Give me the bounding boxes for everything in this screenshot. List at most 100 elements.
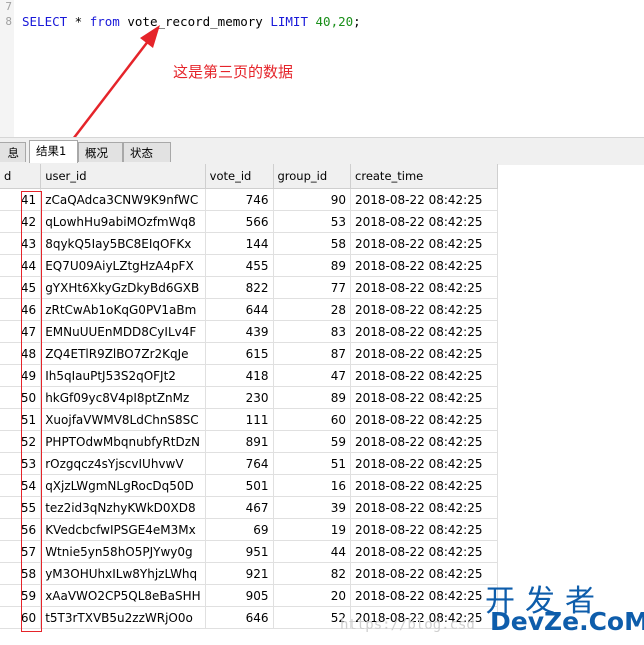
- cell-id[interactable]: 46: [0, 298, 42, 321]
- tab-info[interactable]: 息: [0, 142, 26, 162]
- table-row[interactable]: 44 EQ7U09AiyLZtgHzA4pFX 455 89 2018-08-22 08…: [0, 254, 498, 277]
- cell-vote-id[interactable]: 615: [205, 342, 274, 365]
- cell-user-id[interactable]: t5T3rTXVB5u2zzWRjO0o: [40, 606, 206, 629]
- cell-create-time[interactable]: 2018-08-22 08:42:25: [350, 496, 498, 519]
- cell-group-id[interactable]: 77: [273, 276, 352, 299]
- cell-create-time[interactable]: 2018-08-22 08:42:25: [350, 518, 498, 541]
- tab-result-1[interactable]: 结果1: [29, 140, 78, 163]
- cell-group-id[interactable]: 90: [273, 188, 352, 211]
- table-row[interactable]: 54 qXjzLWgmNLgRocDq50D 501 16 2018-08-22 08:…: [0, 474, 498, 497]
- cell-group-id[interactable]: 16: [273, 474, 352, 497]
- cell-create-time[interactable]: 2018-08-22 08:42:25: [350, 276, 498, 299]
- cell-id[interactable]: 57: [0, 540, 42, 563]
- cell-id[interactable]: 41: [0, 188, 42, 211]
- cell-create-time[interactable]: 2018-08-22 08:42:25: [350, 254, 498, 277]
- cell-vote-id[interactable]: 439: [205, 320, 274, 343]
- tab-status[interactable]: 状态: [123, 142, 171, 162]
- cell-vote-id[interactable]: 921: [205, 562, 274, 585]
- cell-create-time[interactable]: 2018-08-22 08:42:25: [350, 562, 498, 585]
- cell-id[interactable]: 55: [0, 496, 42, 519]
- cell-vote-id[interactable]: 951: [205, 540, 274, 563]
- cell-vote-id[interactable]: 111: [205, 408, 274, 431]
- cell-user-id[interactable]: XuojfaVWMV8LdChnS8SC: [40, 408, 206, 431]
- cell-group-id[interactable]: 82: [273, 562, 352, 585]
- cell-group-id[interactable]: 60: [273, 408, 352, 431]
- cell-user-id[interactable]: zRtCwAb1oKqG0PV1aBm: [40, 298, 206, 321]
- cell-group-id[interactable]: 28: [273, 298, 352, 321]
- cell-create-time[interactable]: 2018-08-22 08:42:25: [350, 386, 498, 409]
- cell-id[interactable]: 58: [0, 562, 42, 585]
- table-row[interactable]: 49 Ih5qIauPtJ53S2qOFJt2 418 47 2018-08-22 08…: [0, 364, 498, 387]
- cell-group-id[interactable]: 58: [273, 232, 352, 255]
- cell-group-id[interactable]: 87: [273, 342, 352, 365]
- cell-id[interactable]: 44: [0, 254, 42, 277]
- cell-user-id[interactable]: tez2id3qNzhyKWkD0XD8: [40, 496, 206, 519]
- cell-id[interactable]: 50: [0, 386, 42, 409]
- cell-vote-id[interactable]: 418: [205, 364, 274, 387]
- cell-user-id[interactable]: yM3OHUhxILw8YhjzLWhq: [40, 562, 206, 585]
- cell-user-id[interactable]: gYXHt6XkyGzDkyBd6GXB: [40, 276, 206, 299]
- cell-user-id[interactable]: Ih5qIauPtJ53S2qOFJt2: [40, 364, 206, 387]
- cell-user-id[interactable]: KVedcbcfwIPSGE4eM3Mx: [40, 518, 206, 541]
- table-row[interactable]: 59 xAaVWO2CP5QL8eBaSHH 905 20 2018-08-22 08:…: [0, 584, 498, 607]
- table-row[interactable]: 41 zCaQAdca3CNW9K9nfWC 746 90 2018-08-22 08:…: [0, 188, 498, 211]
- tab-overview[interactable]: 概况: [78, 142, 123, 162]
- table-row[interactable]: 43 8qykQ5Iay5BC8EIqOFKx 144 58 2018-08-22 08…: [0, 232, 498, 255]
- cell-create-time[interactable]: 2018-08-22 08:42:25: [350, 540, 498, 563]
- cell-create-time[interactable]: 2018-08-22 08:42:25: [350, 364, 498, 387]
- cell-user-id[interactable]: qLowhHu9abiMOzfmWq8: [40, 210, 206, 233]
- cell-vote-id[interactable]: 822: [205, 276, 274, 299]
- sql-editor[interactable]: 7 8 SELECT * from vote_record_memory LIM…: [0, 0, 644, 187]
- cell-create-time[interactable]: 2018-08-22 08:42:25: [350, 210, 498, 233]
- cell-group-id[interactable]: 19: [273, 518, 352, 541]
- cell-vote-id[interactable]: 746: [205, 188, 274, 211]
- cell-user-id[interactable]: xAaVWO2CP5QL8eBaSHH: [40, 584, 206, 607]
- cell-create-time[interactable]: 2018-08-22 08:42:25: [350, 320, 498, 343]
- cell-group-id[interactable]: 89: [273, 254, 352, 277]
- cell-id[interactable]: 48: [0, 342, 42, 365]
- cell-vote-id[interactable]: 905: [205, 584, 274, 607]
- table-row[interactable]: 48 ZQ4ETlR9ZlBO7Zr2KqJe 615 87 2018-08-22 08…: [0, 342, 498, 365]
- cell-group-id[interactable]: 51: [273, 452, 352, 475]
- cell-vote-id[interactable]: 455: [205, 254, 274, 277]
- cell-id[interactable]: 51: [0, 408, 42, 431]
- table-row[interactable]: 47 EMNuUUEnMDD8CyILv4F 439 83 2018-08-22 08:…: [0, 320, 498, 343]
- result-grid[interactable]: d user_id vote_id group_id create_time 4…: [0, 164, 498, 645]
- cell-id[interactable]: 54: [0, 474, 42, 497]
- cell-create-time[interactable]: 2018-08-22 08:42:25: [350, 474, 498, 497]
- table-row[interactable]: 57 Wtnie5yn58hO5PJYwy0g 951 44 2018-08-22 08…: [0, 540, 498, 563]
- cell-vote-id[interactable]: 230: [205, 386, 274, 409]
- cell-user-id[interactable]: EQ7U09AiyLZtgHzA4pFX: [40, 254, 206, 277]
- cell-id[interactable]: 53: [0, 452, 42, 475]
- table-row[interactable]: 46 zRtCwAb1oKqG0PV1aBm 644 28 2018-08-22 08:…: [0, 298, 498, 321]
- cell-id[interactable]: 43: [0, 232, 42, 255]
- cell-group-id[interactable]: 52: [273, 606, 352, 629]
- cell-user-id[interactable]: qXjzLWgmNLgRocDq50D: [40, 474, 206, 497]
- table-row[interactable]: 52 PHPTOdwMbqnubfyRtDzN 891 59 2018-08-22 08…: [0, 430, 498, 453]
- table-row[interactable]: 51 XuojfaVWMV8LdChnS8SC 111 60 2018-08-22 08…: [0, 408, 498, 431]
- column-header-group-id[interactable]: group_id: [273, 164, 352, 189]
- cell-vote-id[interactable]: 144: [205, 232, 274, 255]
- cell-id[interactable]: 49: [0, 364, 42, 387]
- cell-user-id[interactable]: hkGf09yc8V4pI8ptZnMz: [40, 386, 206, 409]
- cell-vote-id[interactable]: 501: [205, 474, 274, 497]
- cell-group-id[interactable]: 39: [273, 496, 352, 519]
- cell-create-time[interactable]: 2018-08-22 08:42:25: [350, 584, 498, 607]
- cell-create-time[interactable]: 2018-08-22 08:42:25: [350, 188, 498, 211]
- cell-vote-id[interactable]: 764: [205, 452, 274, 475]
- table-row[interactable]: 42 qLowhHu9abiMOzfmWq8 566 53 2018-08-22 08:…: [0, 210, 498, 233]
- table-row[interactable]: 56 KVedcbcfwIPSGE4eM3Mx 69 19 2018-08-22 08:…: [0, 518, 498, 541]
- cell-create-time[interactable]: 2018-08-22 08:42:25: [350, 342, 498, 365]
- cell-vote-id[interactable]: 467: [205, 496, 274, 519]
- cell-user-id[interactable]: ZQ4ETlR9ZlBO7Zr2KqJe: [40, 342, 206, 365]
- column-header-create-time[interactable]: create_time: [350, 164, 498, 189]
- cell-create-time[interactable]: 2018-08-22 08:42:25: [350, 408, 498, 431]
- cell-user-id[interactable]: zCaQAdca3CNW9K9nfWC: [40, 188, 206, 211]
- column-header-vote-id[interactable]: vote_id: [205, 164, 274, 189]
- cell-id[interactable]: 56: [0, 518, 42, 541]
- cell-user-id[interactable]: PHPTOdwMbqnubfyRtDzN: [40, 430, 206, 453]
- cell-user-id[interactable]: rOzgqcz4sYjscvIUhvwV: [40, 452, 206, 475]
- cell-create-time[interactable]: 2018-08-22 08:42:25: [350, 452, 498, 475]
- cell-vote-id[interactable]: 646: [205, 606, 274, 629]
- cell-vote-id[interactable]: 566: [205, 210, 274, 233]
